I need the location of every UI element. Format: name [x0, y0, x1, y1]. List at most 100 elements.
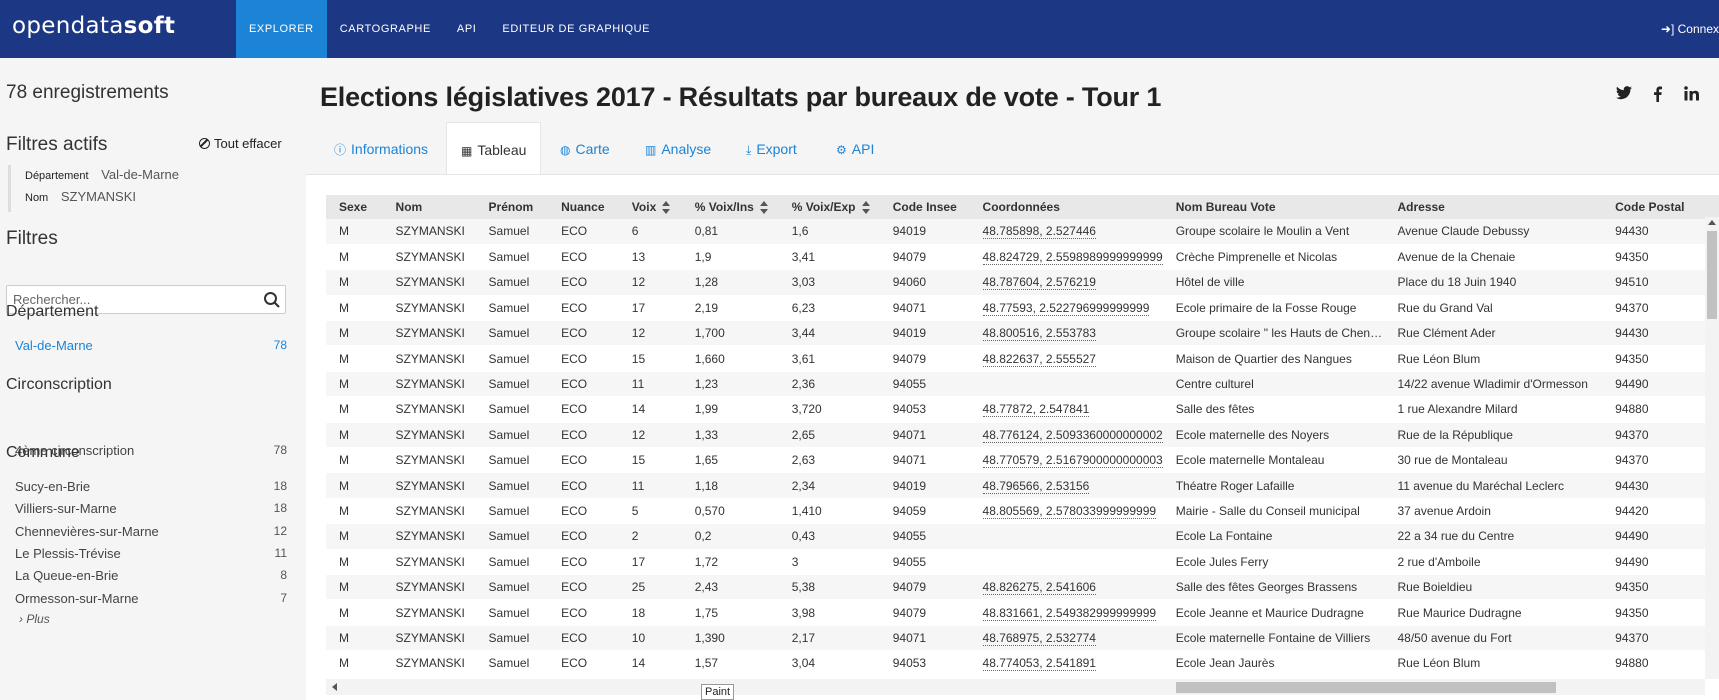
table-cell: 2,65: [778, 422, 880, 449]
table-cell: SZYMANSKI: [382, 472, 476, 499]
scroll-up-arrow[interactable]: [1708, 220, 1716, 225]
table-cell: 2: [618, 523, 682, 550]
table-cell: 0,570: [681, 498, 779, 525]
tab-informations[interactable]: ⓘ Informations: [320, 122, 442, 176]
facet-item-commune[interactable]: Le Plessis-Trévise 11: [15, 546, 287, 561]
coordinates-link[interactable]: 48.826275, 2.541606: [982, 580, 1096, 596]
table-cell: ECO: [548, 219, 619, 245]
column-header[interactable]: Coordonnées: [969, 195, 1163, 219]
column-header[interactable]: Prénom: [475, 195, 549, 219]
nav-api[interactable]: API: [444, 0, 490, 58]
coordinates-link[interactable]: 48.831661, 2.549382999999999: [982, 605, 1157, 621]
tab-export[interactable]: ⤓ Export: [732, 122, 811, 176]
coordinates-link[interactable]: 48.796566, 2.53156: [982, 478, 1090, 494]
coordinates-link[interactable]: 48.805569, 2.578033999999999: [982, 503, 1157, 519]
table-row[interactable]: M SZYMANSKI Samuel ECO 15 1,65 2,63 94071 48.770…: [326, 447, 1719, 474]
table-row[interactable]: M SZYMANSKI Samuel ECO 11 1,18 2,34 94019 48.796…: [326, 472, 1719, 499]
scroll-thumb[interactable]: [1176, 682, 1556, 693]
linkedin-icon[interactable]: [1684, 86, 1699, 105]
login-link[interactable]: ➜] Connex: [1661, 0, 1719, 58]
coordinates-link[interactable]: 48.787604, 2.576219: [982, 275, 1096, 291]
table-cell: 0,2: [681, 523, 779, 550]
nav-cartographe[interactable]: CARTOGRAPHE: [327, 0, 444, 58]
sort-icon[interactable]: [861, 201, 870, 215]
coordinates-link[interactable]: 48.800516, 2.553783: [982, 326, 1096, 342]
facet-item[interactable]: Val-de-Marne 78: [15, 338, 287, 353]
logo[interactable]: opendatasoft: [12, 13, 175, 39]
column-header[interactable]: % Voix/Ins: [681, 195, 779, 219]
table-cell: 94430: [1602, 219, 1719, 245]
nav-explorer[interactable]: EXPLORER: [236, 0, 327, 58]
horizontal-scrollbar[interactable]: [326, 679, 1705, 695]
coordinates-link[interactable]: 48.770579, 2.5167900000000003: [982, 453, 1163, 469]
table-row[interactable]: M SZYMANSKI Samuel ECO 14 1,57 3,04 94053 48.774…: [326, 650, 1719, 677]
table-row[interactable]: M SZYMANSKI Samuel ECO 12 1,28 3,03 94060 48.787…: [326, 269, 1719, 296]
table-row[interactable]: M SZYMANSKI Samuel ECO 12 1,700 3,44 94019 48.80…: [326, 320, 1719, 347]
coordinates-link[interactable]: 48.822637, 2.555527: [982, 351, 1096, 367]
table-cell: Samuel: [475, 320, 549, 347]
coordinates-link[interactable]: 48.776124, 2.5093360000000002: [982, 427, 1163, 443]
coordinates-link[interactable]: 48.77593, 2.522796999999999: [982, 300, 1150, 316]
more-link[interactable]: › Plus: [19, 612, 50, 626]
table-row[interactable]: M SZYMANSKI Samuel ECO 6 0,81 1,6 94019 48.78589…: [326, 219, 1719, 245]
table-row[interactable]: M SZYMANSKI Samuel ECO 2 0,2 0,43 94055 Ecole La…: [326, 523, 1719, 550]
table-row[interactable]: M SZYMANSKI Samuel ECO 10 1,390 2,17 94071 48.76…: [326, 625, 1719, 652]
tab-tableau[interactable]: ▦ Tableau: [446, 122, 542, 178]
table-row[interactable]: M SZYMANSKI Samuel ECO 17 2,19 6,23 94071 48.775…: [326, 295, 1719, 322]
tab-analyse[interactable]: ▥ Analyse: [631, 122, 725, 176]
facet-item-commune[interactable]: Sucy-en-Brie 18: [15, 479, 287, 494]
coordinates-link[interactable]: 48.77872, 2.547841: [982, 402, 1090, 418]
column-header[interactable]: Adresse: [1384, 195, 1603, 219]
facet-item-commune[interactable]: Chennevières-sur-Marne 12: [15, 524, 287, 539]
scroll-left-arrow[interactable]: [332, 683, 337, 691]
column-header[interactable]: Sexe: [326, 195, 383, 219]
table-cell: 1,65: [681, 447, 779, 474]
coordinates-link[interactable]: 48.768975, 2.532774: [982, 630, 1096, 646]
column-header[interactable]: Nuance: [548, 195, 619, 219]
clear-all-button[interactable]: Tout effacer: [199, 136, 282, 151]
column-header[interactable]: Nom: [382, 195, 476, 219]
table-cell: 94079: [879, 599, 970, 626]
table-row[interactable]: M SZYMANSKI Samuel ECO 18 1,75 3,98 94079 48.831…: [326, 599, 1719, 626]
gears-icon: ⚙: [836, 143, 847, 157]
table-cell: ECO: [548, 295, 619, 322]
column-header[interactable]: Nom Bureau Vote: [1162, 195, 1385, 219]
active-filter-nom[interactable]: Nom SZYMANSKI: [25, 189, 136, 204]
facet-item-commune[interactable]: La Queue-en-Brie 8: [15, 568, 287, 583]
nav-editeur-graphique[interactable]: EDITEUR DE GRAPHIQUE: [489, 0, 663, 58]
vertical-scrollbar[interactable]: [1705, 217, 1719, 679]
facebook-icon[interactable]: [1653, 86, 1662, 106]
table-cell: 0,81: [681, 219, 779, 245]
facet-item-commune[interactable]: Villiers-sur-Marne 18: [15, 501, 287, 516]
table-row[interactable]: M SZYMANSKI Samuel ECO 11 1,23 2,36 94055 Centre…: [326, 371, 1719, 398]
sort-icon[interactable]: [662, 201, 671, 215]
table-row[interactable]: M SZYMANSKI Samuel ECO 5 0,570 1,410 94059 48.80…: [326, 498, 1719, 525]
coordinates-link[interactable]: 48.785898, 2.527446: [982, 224, 1096, 240]
table-cell: 48.77872, 2.547841: [969, 396, 1163, 423]
scroll-thumb[interactable]: [1707, 231, 1717, 319]
tab-api[interactable]: ⚙ API: [822, 122, 888, 176]
twitter-icon[interactable]: [1616, 86, 1632, 104]
table-row[interactable]: M SZYMANSKI Samuel ECO 25 2,43 5,38 94079 48.826…: [326, 574, 1719, 601]
column-header[interactable]: % Voix/Exp: [778, 195, 880, 219]
table-row[interactable]: M SZYMANSKI Samuel ECO 14 1,99 3,720 94053 48.77…: [326, 396, 1719, 423]
table-cell: Samuel: [475, 625, 549, 652]
table-row[interactable]: M SZYMANSKI Samuel ECO 13 1,9 3,41 94079 48.8247…: [326, 244, 1719, 271]
search-icon[interactable]: [263, 291, 281, 309]
coordinates-link[interactable]: 48.824729, 2.5598989999999999: [982, 250, 1163, 266]
sort-icon[interactable]: [759, 201, 768, 215]
table-cell: 94053: [879, 396, 970, 423]
table-row[interactable]: M SZYMANSKI Samuel ECO 15 1,660 3,61 94079 48.82…: [326, 345, 1719, 372]
table-cell: 94370: [1602, 625, 1719, 652]
table-row[interactable]: M SZYMANSKI Samuel ECO 17 1,72 3 94055 Ecole Jul…: [326, 549, 1719, 575]
tab-carte[interactable]: ◍ Carte: [546, 122, 624, 176]
table-row[interactable]: M SZYMANSKI Samuel ECO 12 1,33 2,65 94071 48.776…: [326, 422, 1719, 449]
coordinates-link[interactable]: 48.774053, 2.541891: [982, 656, 1096, 672]
facet-item-commune[interactable]: Ormesson-sur-Marne 7: [15, 591, 287, 606]
column-header[interactable]: Voix: [618, 195, 682, 219]
active-filter-departement[interactable]: Département Val-de-Marne: [25, 167, 179, 182]
column-header[interactable]: Code Postal: [1602, 195, 1719, 219]
column-header[interactable]: Code Insee: [879, 195, 970, 219]
table-cell: M: [326, 625, 383, 652]
filters-title: Filtres: [6, 228, 58, 249]
